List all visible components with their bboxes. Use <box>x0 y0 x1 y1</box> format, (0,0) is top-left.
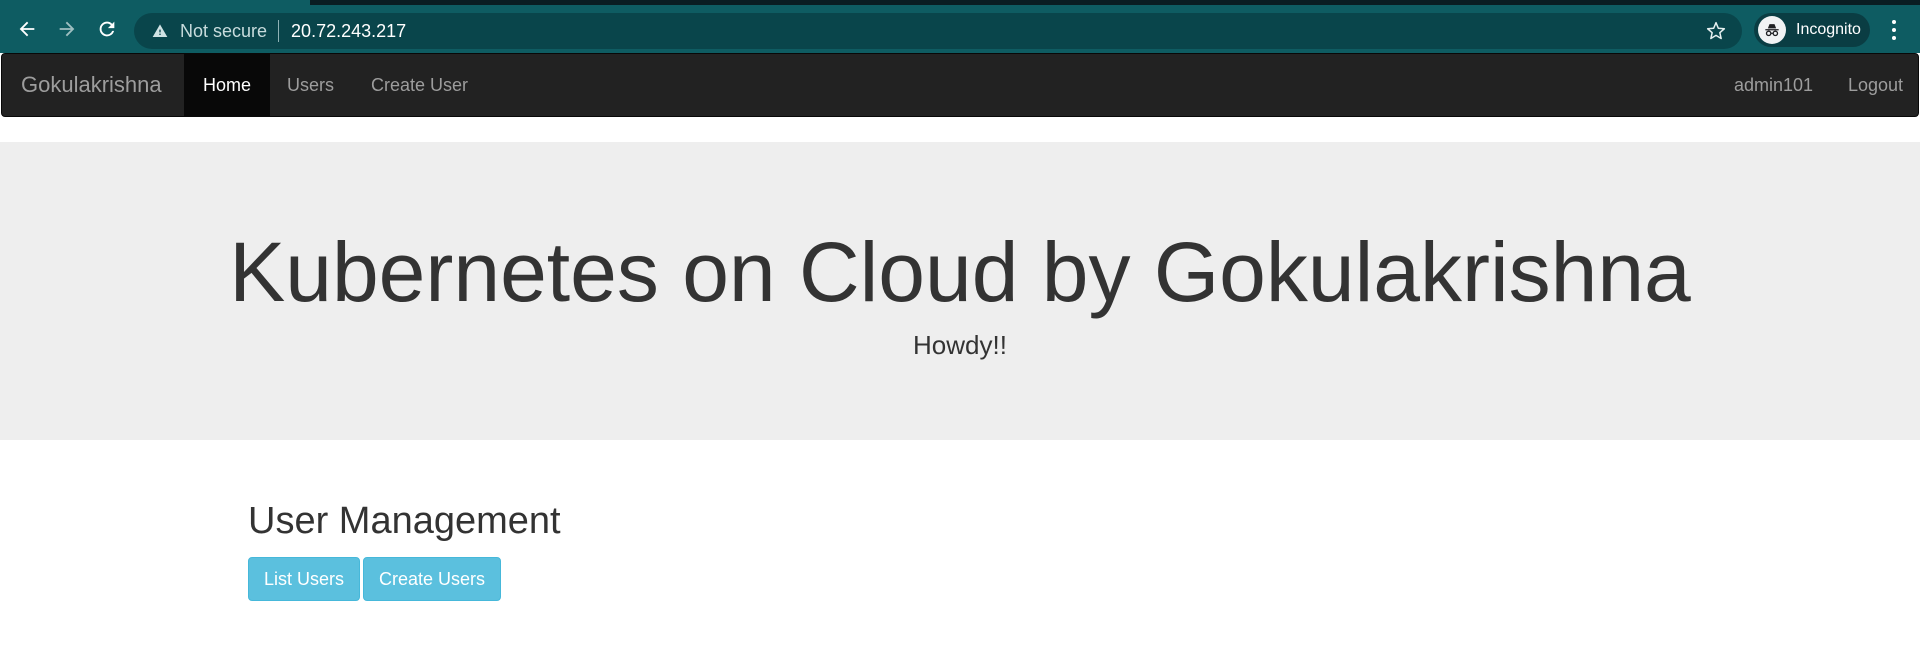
arrow-right-icon <box>59 21 75 37</box>
address-separator <box>278 20 280 42</box>
url-text[interactable]: 20.72.243.217 <box>291 21 406 42</box>
section-title: User Management <box>248 500 561 542</box>
address-bar[interactable]: Not secure 20.72.243.217 <box>134 13 1742 49</box>
profile-button[interactable]: Incognito <box>1754 13 1870 47</box>
list-users-button[interactable]: List Users <box>248 557 361 601</box>
create-users-button[interactable]: Create Users <box>363 557 502 601</box>
page-title: Kubernetes on Cloud by Gokulakrishna <box>229 225 1691 319</box>
nav-link-user[interactable]: admin101 <box>1715 54 1832 116</box>
kebab-menu-icon[interactable] <box>1880 15 1908 45</box>
security-status[interactable]: Not secure <box>180 21 267 42</box>
page-subtitle: Howdy!! <box>913 330 1007 360</box>
star-icon[interactable] <box>1706 21 1726 41</box>
nav-link-users[interactable]: Users <box>268 54 353 116</box>
reload-icon <box>99 21 115 37</box>
warning-icon[interactable] <box>152 23 168 39</box>
reload-button[interactable] <box>89 11 125 47</box>
jumbotron: Kubernetes on Cloud by Gokulakrishna How… <box>0 142 1920 440</box>
navbar-brand[interactable]: Gokulakrishna <box>21 54 162 116</box>
incognito-icon <box>1758 16 1786 44</box>
arrow-left-icon <box>19 21 35 37</box>
nav-link-logout[interactable]: Logout <box>1829 54 1920 116</box>
back-button[interactable] <box>9 11 45 47</box>
nav-link-create-user[interactable]: Create User <box>352 54 487 116</box>
browser-toolbar: Not secure 20.72.243.217 Incognito <box>0 5 1920 53</box>
nav-link-home[interactable]: Home <box>184 54 271 116</box>
profile-label: Incognito <box>1796 21 1861 38</box>
forward-button[interactable] <box>49 11 85 47</box>
navbar: Gokulakrishna Home Users Create User adm… <box>1 53 1919 117</box>
